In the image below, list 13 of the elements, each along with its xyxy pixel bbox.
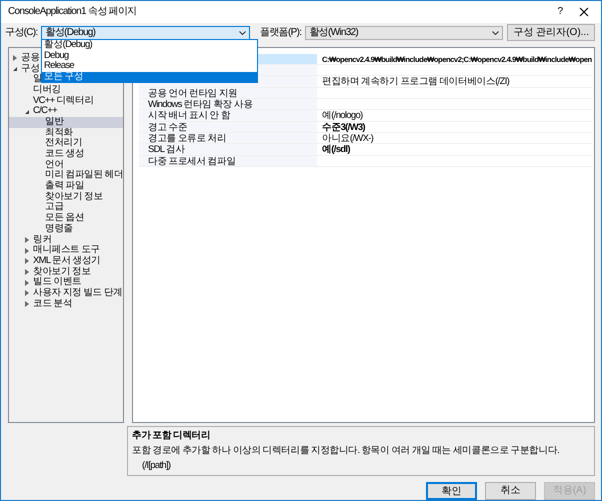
property-name: Windows 런타임 확장 사용 (139, 99, 317, 110)
window-title: ConsoleApplication1 속성 페이지 (8, 5, 138, 20)
switch-text: (/I[path]) (142, 460, 170, 472)
property-name: SDL 검사 (139, 144, 317, 155)
property-name: 다중 프로세서 컴파일 (139, 156, 317, 166)
property-name: 경고를 오류로 처리 (139, 132, 317, 144)
property-name: 공용 언어 런타임 지원 (139, 88, 317, 98)
config-label: 구성(C): (5, 26, 38, 40)
description-title: 추가 포함 디렉터리 (132, 428, 212, 443)
platform-label: 플랫폼(P): (260, 26, 302, 40)
property-name: 경고 수준 (139, 122, 317, 132)
description-text: 포함 경로에 추가할 하나 이상의 디렉터리를 지정합니다. 항목이 여러 개일 때는 세미콜론으로 구분합니다. (132, 444, 560, 456)
property-name: 시작 배너 표시 안 함 (139, 110, 317, 121)
